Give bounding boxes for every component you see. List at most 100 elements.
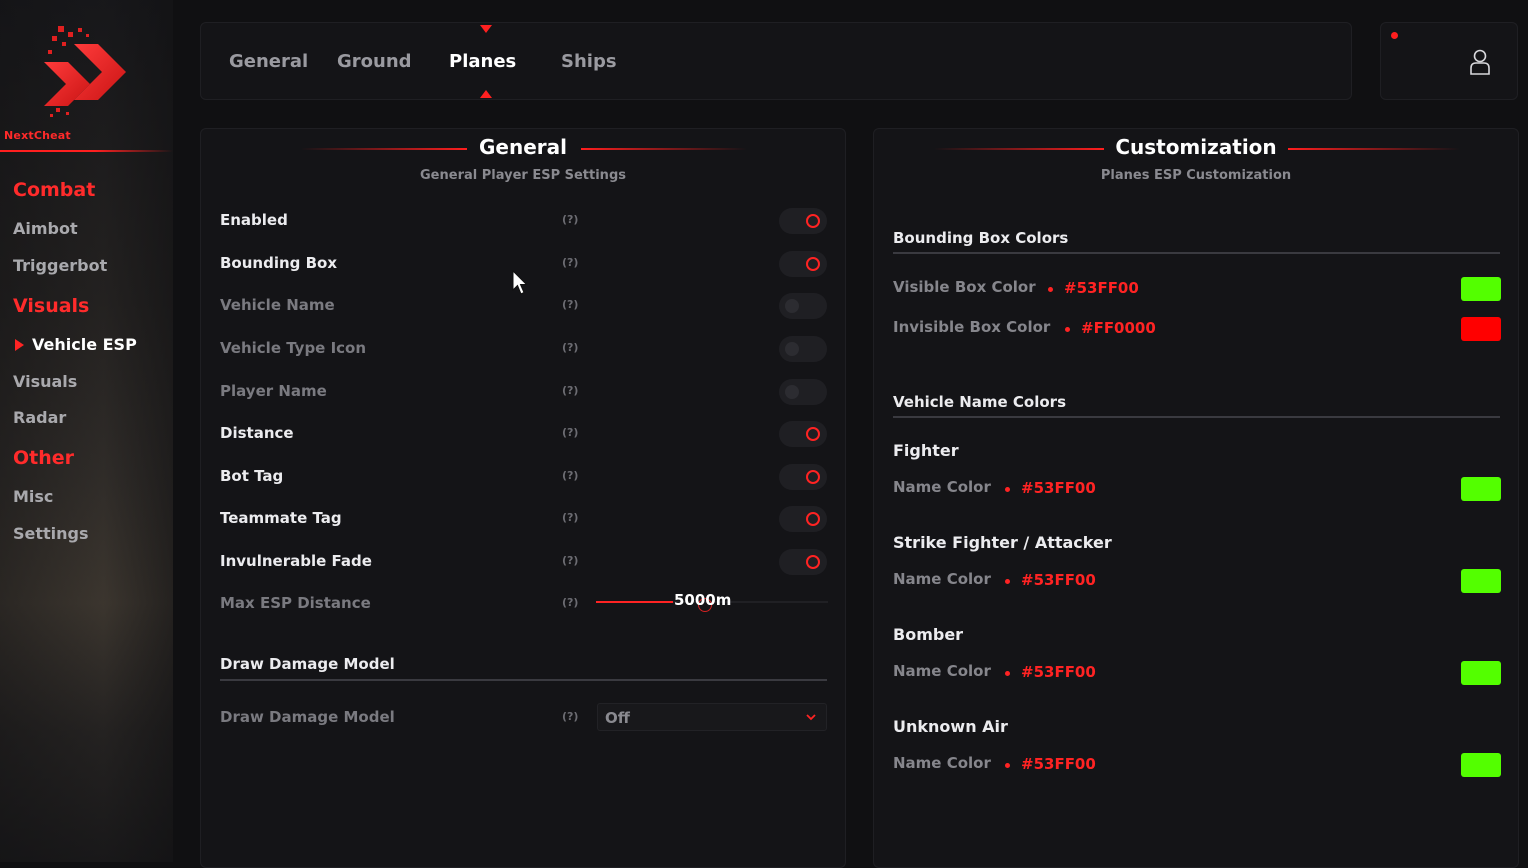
invulnerable-fade-label: Invulnerable Fade xyxy=(220,552,372,570)
bot-tag-row: Bot Tag (?) xyxy=(220,462,830,492)
nav-item-visuals[interactable]: Visuals xyxy=(13,372,77,391)
strike-fighter-color-swatch[interactable] xyxy=(1461,569,1501,593)
toggle-knob xyxy=(806,257,820,271)
nav-category-combat: Combat xyxy=(13,179,96,201)
general-panel-subtitle: General Player ESP Settings xyxy=(420,168,626,183)
vehicle-name-toggle[interactable] xyxy=(779,293,827,319)
help-icon[interactable]: (?) xyxy=(562,256,578,269)
general-panel-title: General xyxy=(479,135,567,159)
bomber-color-swatch[interactable] xyxy=(1461,661,1501,685)
slider-fill xyxy=(596,601,673,603)
toggle-knob xyxy=(806,470,820,484)
active-tab-marker-top-icon xyxy=(480,25,492,33)
visible-box-color-hex: #53FF00 xyxy=(1064,279,1139,297)
bullet-dot-icon xyxy=(1065,327,1070,332)
visible-box-color-swatch[interactable] xyxy=(1461,277,1501,301)
tab-ground[interactable]: Ground xyxy=(337,51,412,72)
invulnerable-fade-toggle[interactable] xyxy=(779,549,827,575)
customization-panel-header: Customization Planes ESP Customization xyxy=(874,135,1518,185)
bullet-dot-icon xyxy=(1005,763,1010,768)
general-panel: General General Player ESP Settings Enab… xyxy=(200,128,846,868)
section-divider xyxy=(893,416,1500,418)
nav-category-visuals: Visuals xyxy=(13,295,90,317)
nav-item-vehicle-esp[interactable]: Vehicle ESP xyxy=(15,335,137,354)
vehicle-name-colors-title: Vehicle Name Colors xyxy=(893,393,1066,411)
teammate-tag-toggle[interactable] xyxy=(779,506,827,532)
invulnerable-fade-row: Invulnerable Fade (?) xyxy=(220,547,830,577)
strike-fighter-color-hex: #53FF00 xyxy=(1021,571,1096,589)
enabled-toggle[interactable] xyxy=(779,208,827,234)
bullet-dot-icon xyxy=(1005,487,1010,492)
help-icon[interactable]: (?) xyxy=(562,213,578,226)
sidebar: NextCheat Combat Aimbot Triggerbot Visua… xyxy=(0,0,173,862)
help-icon[interactable]: (?) xyxy=(562,298,578,311)
draw-damage-model-dropdown[interactable]: Off xyxy=(597,703,827,731)
bot-tag-toggle[interactable] xyxy=(779,464,827,490)
draw-damage-model-row: Draw Damage Model (?) Off xyxy=(220,703,830,733)
invisible-box-color-swatch[interactable] xyxy=(1461,317,1501,341)
bullet-dot-icon xyxy=(1005,579,1010,584)
fighter-name-color-row: Name Color #53FF00 xyxy=(893,474,1501,504)
help-icon[interactable]: (?) xyxy=(562,554,578,567)
vehicle-type-icon-toggle[interactable] xyxy=(779,336,827,362)
draw-damage-model-label: Draw Damage Model xyxy=(220,708,395,726)
help-icon[interactable]: (?) xyxy=(562,511,578,524)
player-name-label: Player Name xyxy=(220,382,327,400)
toggle-knob xyxy=(785,385,799,399)
max-esp-distance-row: Max ESP Distance (?) 5000m xyxy=(220,589,830,619)
player-name-toggle[interactable] xyxy=(779,379,827,405)
help-icon[interactable]: (?) xyxy=(562,469,578,482)
user-box xyxy=(1380,22,1518,100)
nav-item-settings[interactable]: Settings xyxy=(13,524,89,543)
active-tab-marker-bottom-icon xyxy=(480,90,492,98)
bounding-box-toggle[interactable] xyxy=(779,251,827,277)
bomber-heading: Bomber xyxy=(893,625,964,644)
help-icon[interactable]: (?) xyxy=(562,710,578,723)
draw-damage-section-title: Draw Damage Model xyxy=(220,655,395,673)
active-arrow-icon xyxy=(15,338,24,351)
chevron-down-icon xyxy=(806,714,816,721)
bomber-name-color-row: Name Color #53FF00 xyxy=(893,658,1501,688)
nav-category-other: Other xyxy=(13,447,75,469)
help-icon[interactable]: (?) xyxy=(562,384,578,397)
nav-item-radar[interactable]: Radar xyxy=(13,408,66,427)
tab-bar: General Ground Planes Ships xyxy=(200,22,1352,100)
nav-item-aimbot[interactable]: Aimbot xyxy=(13,219,78,238)
nextcheat-logo-icon xyxy=(44,26,126,117)
max-esp-distance-label: Max ESP Distance xyxy=(220,594,371,612)
tab-planes[interactable]: Planes xyxy=(449,51,516,72)
visible-box-color-label: Visible Box Color xyxy=(893,278,1036,296)
max-esp-distance-slider[interactable]: 5000m xyxy=(596,591,828,612)
nav-item-triggerbot[interactable]: Triggerbot xyxy=(13,256,107,275)
help-icon[interactable]: (?) xyxy=(562,596,578,609)
unknown-air-name-color-row: Name Color #53FF00 xyxy=(893,750,1501,780)
help-icon[interactable]: (?) xyxy=(562,426,578,439)
teammate-tag-row: Teammate Tag (?) xyxy=(220,504,830,534)
bomber-color-hex: #53FF00 xyxy=(1021,663,1096,681)
bounding-box-label: Bounding Box xyxy=(220,254,338,272)
user-icon[interactable] xyxy=(1469,49,1491,75)
tab-general[interactable]: General xyxy=(229,51,308,72)
unknown-air-heading: Unknown Air xyxy=(893,717,1008,736)
unknown-air-color-hex: #53FF00 xyxy=(1021,755,1096,773)
vehicle-type-icon-row: Vehicle Type Icon (?) xyxy=(220,334,830,364)
fighter-color-swatch[interactable] xyxy=(1461,477,1501,501)
notification-dot-icon xyxy=(1391,32,1398,39)
distance-toggle[interactable] xyxy=(779,421,827,447)
toggle-knob xyxy=(785,299,799,313)
dropdown-selected-value: Off xyxy=(605,709,630,727)
unknown-air-color-swatch[interactable] xyxy=(1461,753,1501,777)
player-name-row: Player Name (?) xyxy=(220,377,830,407)
toggle-knob xyxy=(806,512,820,526)
slider-value: 5000m xyxy=(674,591,732,609)
visible-box-color-row: Visible Box Color #53FF00 xyxy=(893,274,1501,304)
bullet-dot-icon xyxy=(1048,287,1053,292)
name-color-label: Name Color xyxy=(893,570,991,588)
nav-item-label: Vehicle ESP xyxy=(32,335,137,354)
tab-ships[interactable]: Ships xyxy=(561,51,617,72)
name-color-label: Name Color xyxy=(893,754,991,772)
help-icon[interactable]: (?) xyxy=(562,341,578,354)
teammate-tag-label: Teammate Tag xyxy=(220,509,342,527)
toggle-knob xyxy=(806,214,820,228)
nav-item-misc[interactable]: Misc xyxy=(13,487,53,506)
